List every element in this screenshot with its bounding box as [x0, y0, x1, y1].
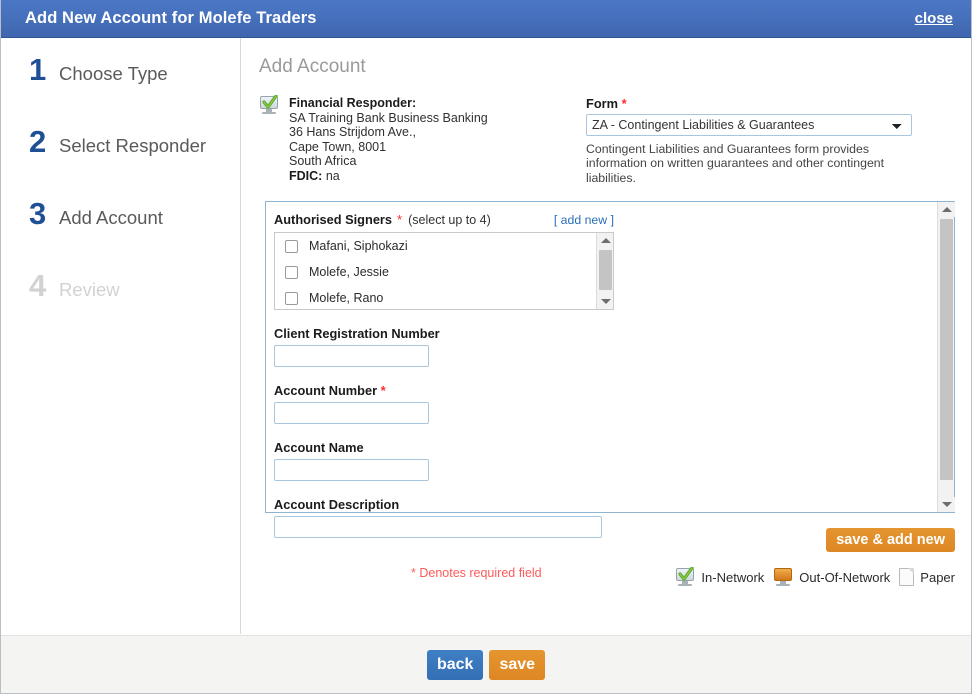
account-description-label: Account Description [274, 497, 400, 513]
in-network-monitor-icon [675, 567, 695, 586]
dialog-footer: back save [1, 635, 971, 693]
scroll-up-arrow-icon[interactable] [597, 233, 613, 249]
authorised-signers-header: Authorised Signers * (select up to 4) [ … [274, 212, 614, 227]
out-of-network-monitor-icon [773, 568, 793, 586]
form-help-text: Contingent Liabilities and Guarantees fo… [586, 142, 885, 185]
in-network-monitor-icon [259, 95, 279, 114]
list-item[interactable]: Molefe, Rano [275, 285, 613, 309]
signers-list-scrollbar[interactable] [596, 233, 613, 310]
green-check-icon [678, 567, 695, 581]
add-new-signer-link[interactable]: [ add new ] [554, 213, 614, 227]
client-registration-number-input[interactable] [274, 345, 429, 368]
account-name-input[interactable] [274, 459, 429, 482]
scrollbar-thumb[interactable] [940, 219, 953, 481]
back-button[interactable]: back [426, 649, 484, 680]
fdic-label: FDIC: [289, 168, 323, 183]
legend-label: In-Network [701, 569, 765, 585]
step-label: Choose Type [59, 63, 168, 84]
main-content: Add Account Financial Responder: SA Trai… [241, 38, 971, 634]
responder-country: South Africa [289, 154, 357, 169]
fdic-value: na [325, 168, 340, 183]
step-label: Review [59, 279, 120, 300]
account-number-label: Account Number * [274, 383, 942, 398]
step-number: 4 [29, 268, 47, 303]
step-select-responder[interactable]: 2 Select Responder [1, 126, 240, 198]
legend-paper: Paper [899, 568, 955, 586]
responder-address-line1: 36 Hans Strijdom Ave., [289, 125, 416, 140]
required-asterisk: * [621, 96, 627, 111]
client-registration-number-label: Client Registration Number [274, 326, 440, 342]
network-legend: In-Network Out-Of-Network Paper [675, 567, 955, 586]
form-label-text: Form [586, 96, 618, 111]
required-field-note: * Denotes required field [411, 566, 542, 580]
account-number-label-text: Account Number [274, 383, 378, 399]
required-asterisk: * [397, 212, 403, 228]
account-number-group: Account Number * [274, 383, 942, 425]
save-and-add-new-button[interactable]: save & add new [826, 528, 955, 552]
wizard-steps: 1 Choose Type 2 Select Responder 3 Add A… [1, 38, 241, 634]
legend-label: Paper [920, 569, 955, 585]
signer-name: Mafani, Siphokazi [309, 239, 408, 254]
account-name-group: Account Name [274, 440, 942, 482]
save-button[interactable]: save [489, 649, 546, 680]
step-review: 4 Review [1, 270, 240, 342]
financial-responder-block: Financial Responder: SA Training Bank Bu… [259, 95, 579, 185]
panel-scrollbar[interactable] [937, 202, 955, 513]
authorised-signers-hint: (select up to 4) [408, 213, 491, 228]
step-number: 1 [29, 52, 47, 87]
add-account-dialog: Add New Account for Molefe Traders close… [0, 0, 972, 694]
account-details-inner: Authorised Signers * (select up to 4) [ … [266, 202, 954, 539]
list-item[interactable]: Molefe, Jessie [275, 259, 613, 285]
step-choose-type[interactable]: 1 Choose Type [1, 54, 240, 126]
step-label: Add Account [59, 207, 163, 228]
form-select-block: Form * ZA - Contingent Liabilities & Gua… [579, 96, 955, 185]
step-label: Select Responder [59, 135, 207, 156]
account-number-input[interactable] [274, 402, 429, 425]
close-button[interactable]: close [915, 10, 953, 27]
account-details-panel: Authorised Signers * (select up to 4) [ … [265, 201, 955, 539]
paper-icon [899, 568, 915, 586]
green-check-icon [262, 95, 278, 109]
client-registration-number-group: Client Registration Number [274, 326, 942, 368]
legend-label: Out-Of-Network [799, 569, 891, 585]
dialog-body: 1 Choose Type 2 Select Responder 3 Add A… [1, 38, 971, 634]
signer-name: Molefe, Rano [309, 291, 384, 306]
signer-checkbox[interactable] [285, 239, 298, 253]
responder-address-line2: Cape Town, 8001 [289, 139, 387, 154]
legend-in-network: In-Network [675, 567, 765, 586]
scroll-down-arrow-icon[interactable] [938, 497, 955, 513]
save-add-new-row: save & add new [826, 528, 955, 552]
dialog-title: Add New Account for Molefe Traders [25, 9, 317, 27]
step-number: 2 [29, 124, 47, 159]
step-number: 3 [29, 196, 47, 231]
signer-name: Molefe, Jessie [309, 265, 389, 280]
form-label: Form * [586, 96, 955, 111]
scroll-down-arrow-icon[interactable] [597, 294, 613, 310]
dialog-title-bar: Add New Account for Molefe Traders close [1, 0, 971, 38]
responder-details: Financial Responder: SA Training Bank Bu… [289, 96, 488, 185]
responder-and-form-row: Financial Responder: SA Training Bank Bu… [259, 95, 955, 185]
required-asterisk: * [380, 383, 386, 399]
signer-checkbox[interactable] [285, 291, 298, 305]
scrollbar-thumb[interactable] [599, 250, 612, 291]
authorised-signers-title: Authorised Signers [274, 212, 393, 228]
form-type-select[interactable]: ZA - Contingent Liabilities & Guarantees [586, 114, 912, 136]
scroll-up-arrow-icon[interactable] [938, 202, 955, 218]
account-description-input[interactable] [274, 516, 602, 539]
signer-checkbox[interactable] [285, 265, 298, 279]
responder-name: SA Training Bank Business Banking [289, 110, 488, 125]
responder-heading: Financial Responder: [289, 96, 417, 110]
step-add-account[interactable]: 3 Add Account [1, 198, 240, 270]
list-item[interactable]: Mafani, Siphokazi [275, 233, 613, 259]
legend-out-of-network: Out-Of-Network [773, 568, 890, 586]
account-name-label: Account Name [274, 440, 364, 456]
page-title: Add Account [259, 56, 366, 77]
authorised-signers-list[interactable]: Mafani, Siphokazi Molefe, Jessie Molefe,… [274, 232, 614, 311]
